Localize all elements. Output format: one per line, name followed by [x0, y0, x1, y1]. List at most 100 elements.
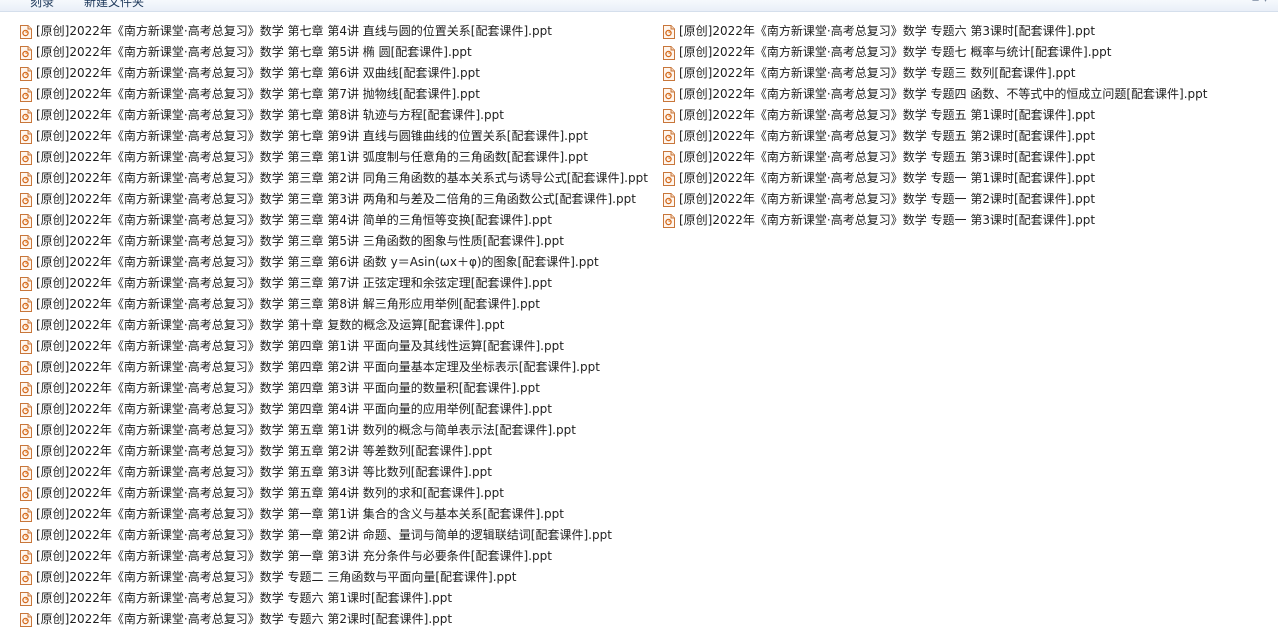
ppt-file-icon	[20, 339, 32, 354]
file-item[interactable]: [原创]2022年《南方新课堂·高考总复习》数学 专题一 第1课时[配套课件].…	[663, 168, 1207, 189]
file-name: [原创]2022年《南方新课堂·高考总复习》数学 第七章 第4讲 直线与圆的位置…	[36, 24, 552, 38]
file-item[interactable]: [原创]2022年《南方新课堂·高考总复习》数学 专题五 第1课时[配套课件].…	[663, 105, 1207, 126]
ppt-file-icon	[663, 171, 675, 186]
file-column-right: [原创]2022年《南方新课堂·高考总复习》数学 专题六 第3课时[配套课件].…	[663, 21, 1207, 231]
file-item[interactable]: [原创]2022年《南方新课堂·高考总复习》数学 专题六 第1课时[配套课件].…	[20, 588, 648, 609]
file-name: [原创]2022年《南方新课堂·高考总复习》数学 专题二 三角函数与平面向量[配…	[36, 570, 517, 584]
file-name: [原创]2022年《南方新课堂·高考总复习》数学 专题七 概率与统计[配套课件]…	[679, 45, 1112, 59]
file-item[interactable]: [原创]2022年《南方新课堂·高考总复习》数学 第三章 第5讲 三角函数的图象…	[20, 231, 648, 252]
file-name: [原创]2022年《南方新课堂·高考总复习》数学 第三章 第6讲 函数 y＝As…	[36, 255, 599, 269]
file-item[interactable]: [原创]2022年《南方新课堂·高考总复习》数学 第四章 第4讲 平面向量的应用…	[20, 399, 648, 420]
file-name: [原创]2022年《南方新课堂·高考总复习》数学 专题三 数列[配套课件].pp…	[679, 66, 1076, 80]
file-item[interactable]: [原创]2022年《南方新课堂·高考总复习》数学 第一章 第1讲 集合的含义与基…	[20, 504, 648, 525]
ppt-file-icon	[20, 570, 32, 585]
file-name: [原创]2022年《南方新课堂·高考总复习》数学 第三章 第1讲 弧度制与任意角…	[36, 150, 588, 164]
file-name: [原创]2022年《南方新课堂·高考总复习》数学 第一章 第2讲 命题、量词与简…	[36, 528, 612, 542]
file-name: [原创]2022年《南方新课堂·高考总复习》数学 第五章 第4讲 数列的求和[配…	[36, 486, 504, 500]
file-item[interactable]: [原创]2022年《南方新课堂·高考总复习》数学 专题五 第3课时[配套课件].…	[663, 147, 1207, 168]
file-item[interactable]: [原创]2022年《南方新课堂·高考总复习》数学 第七章 第9讲 直线与圆锥曲线…	[20, 126, 648, 147]
file-item[interactable]: [原创]2022年《南方新课堂·高考总复习》数学 第五章 第1讲 数列的概念与简…	[20, 420, 648, 441]
file-item[interactable]: [原创]2022年《南方新课堂·高考总复习》数学 第四章 第3讲 平面向量的数量…	[20, 378, 648, 399]
file-item[interactable]: [原创]2022年《南方新课堂·高考总复习》数学 第四章 第1讲 平面向量及其线…	[20, 336, 648, 357]
file-item[interactable]: [原创]2022年《南方新课堂·高考总复习》数学 第七章 第4讲 直线与圆的位置…	[20, 21, 648, 42]
file-name: [原创]2022年《南方新课堂·高考总复习》数学 第四章 第3讲 平面向量的数量…	[36, 381, 540, 395]
file-name: [原创]2022年《南方新课堂·高考总复习》数学 专题六 第1课时[配套课件].…	[36, 591, 453, 605]
file-name: [原创]2022年《南方新课堂·高考总复习》数学 第四章 第4讲 平面向量的应用…	[36, 402, 552, 416]
file-item[interactable]: [原创]2022年《南方新课堂·高考总复习》数学 第七章 第6讲 双曲线[配套课…	[20, 63, 648, 84]
file-item[interactable]: [原创]2022年《南方新课堂·高考总复习》数学 专题六 第2课时[配套课件].…	[20, 609, 648, 630]
file-item[interactable]: [原创]2022年《南方新课堂·高考总复习》数学 第五章 第3讲 等比数列[配套…	[20, 462, 648, 483]
file-item[interactable]: [原创]2022年《南方新课堂·高考总复习》数学 第七章 第8讲 轨迹与方程[配…	[20, 105, 648, 126]
ppt-file-icon	[20, 213, 32, 228]
file-item[interactable]: [原创]2022年《南方新课堂·高考总复习》数学 第五章 第2讲 等差数列[配套…	[20, 441, 648, 462]
file-item[interactable]: [原创]2022年《南方新课堂·高考总复习》数学 第三章 第7讲 正弦定理和余弦…	[20, 273, 648, 294]
file-item[interactable]: [原创]2022年《南方新课堂·高考总复习》数学 专题三 数列[配套课件].pp…	[663, 63, 1207, 84]
file-item[interactable]: [原创]2022年《南方新课堂·高考总复习》数学 专题二 三角函数与平面向量[配…	[20, 567, 648, 588]
file-item[interactable]: [原创]2022年《南方新课堂·高考总复习》数学 第三章 第8讲 解三角形应用举…	[20, 294, 648, 315]
file-name: [原创]2022年《南方新课堂·高考总复习》数学 第三章 第4讲 简单的三角恒等…	[36, 213, 552, 227]
file-name: [原创]2022年《南方新课堂·高考总复习》数学 第三章 第7讲 正弦定理和余弦…	[36, 276, 552, 290]
ppt-file-icon	[20, 192, 32, 207]
file-item[interactable]: [原创]2022年《南方新课堂·高考总复习》数学 第四章 第2讲 平面向量基本定…	[20, 357, 648, 378]
file-item[interactable]: [原创]2022年《南方新课堂·高考总复习》数学 专题四 函数、不等式中的恒成立…	[663, 84, 1207, 105]
toolbar: 刻录 新建文件夹 ≡ ▾	[0, 0, 1278, 12]
file-name: [原创]2022年《南方新课堂·高考总复习》数学 专题六 第3课时[配套课件].…	[679, 24, 1096, 38]
file-item[interactable]: [原创]2022年《南方新课堂·高考总复习》数学 专题一 第2课时[配套课件].…	[663, 189, 1207, 210]
file-name: [原创]2022年《南方新课堂·高考总复习》数学 第一章 第1讲 集合的含义与基…	[36, 507, 564, 521]
ppt-file-icon	[20, 87, 32, 102]
ppt-file-icon	[663, 213, 675, 228]
ppt-file-icon	[663, 66, 675, 81]
file-item[interactable]: [原创]2022年《南方新课堂·高考总复习》数学 第七章 第5讲 椭 圆[配套课…	[20, 42, 648, 63]
file-name: [原创]2022年《南方新课堂·高考总复习》数学 第三章 第8讲 解三角形应用举…	[36, 297, 540, 311]
new-folder-button[interactable]: 新建文件夹	[84, 0, 144, 10]
file-name: [原创]2022年《南方新课堂·高考总复习》数学 第十章 复数的概念及运算[配套…	[36, 318, 505, 332]
ppt-file-icon	[20, 360, 32, 375]
ppt-file-icon	[20, 507, 32, 522]
file-name: [原创]2022年《南方新课堂·高考总复习》数学 第三章 第2讲 同角三角函数的…	[36, 171, 648, 185]
file-item[interactable]: [原创]2022年《南方新课堂·高考总复习》数学 专题六 第3课时[配套课件].…	[663, 21, 1207, 42]
ppt-file-icon	[20, 108, 32, 123]
file-item[interactable]: [原创]2022年《南方新课堂·高考总复习》数学 第三章 第2讲 同角三角函数的…	[20, 168, 648, 189]
file-item[interactable]: [原创]2022年《南方新课堂·高考总复习》数学 第一章 第2讲 命题、量词与简…	[20, 525, 648, 546]
ppt-file-icon	[20, 465, 32, 480]
ppt-file-icon	[20, 318, 32, 333]
ppt-file-icon	[663, 108, 675, 123]
file-item[interactable]: [原创]2022年《南方新课堂·高考总复习》数学 第一章 第3讲 充分条件与必要…	[20, 546, 648, 567]
file-item[interactable]: [原创]2022年《南方新课堂·高考总复习》数学 第三章 第4讲 简单的三角恒等…	[20, 210, 648, 231]
ppt-file-icon	[20, 255, 32, 270]
file-name: [原创]2022年《南方新课堂·高考总复习》数学 第三章 第5讲 三角函数的图象…	[36, 234, 564, 248]
ppt-file-icon	[663, 150, 675, 165]
file-item[interactable]: [原创]2022年《南方新课堂·高考总复习》数学 第三章 第3讲 两角和与差及二…	[20, 189, 648, 210]
file-name: [原创]2022年《南方新课堂·高考总复习》数学 第五章 第1讲 数列的概念与简…	[36, 423, 576, 437]
ppt-file-icon	[663, 192, 675, 207]
file-name: [原创]2022年《南方新课堂·高考总复习》数学 专题五 第3课时[配套课件].…	[679, 150, 1096, 164]
file-item[interactable]: [原创]2022年《南方新课堂·高考总复习》数学 第十章 复数的概念及运算[配套…	[20, 315, 648, 336]
view-options-button[interactable]: ≡ ▾	[1251, 0, 1268, 5]
ppt-file-icon	[663, 24, 675, 39]
file-name: [原创]2022年《南方新课堂·高考总复习》数学 第七章 第7讲 抛物线[配套课…	[36, 87, 480, 101]
file-name: [原创]2022年《南方新课堂·高考总复习》数学 专题五 第1课时[配套课件].…	[679, 108, 1096, 122]
ppt-file-icon	[20, 276, 32, 291]
file-item[interactable]: [原创]2022年《南方新课堂·高考总复习》数学 专题五 第2课时[配套课件].…	[663, 126, 1207, 147]
ppt-file-icon	[20, 486, 32, 501]
burn-button[interactable]: 刻录	[30, 0, 54, 10]
ppt-file-icon	[20, 297, 32, 312]
file-name: [原创]2022年《南方新课堂·高考总复习》数学 专题四 函数、不等式中的恒成立…	[679, 87, 1208, 101]
ppt-file-icon	[663, 87, 675, 102]
file-name: [原创]2022年《南方新课堂·高考总复习》数学 第五章 第3讲 等比数列[配套…	[36, 465, 492, 479]
file-item[interactable]: [原创]2022年《南方新课堂·高考总复习》数学 专题七 概率与统计[配套课件]…	[663, 42, 1207, 63]
file-name: [原创]2022年《南方新课堂·高考总复习》数学 第四章 第1讲 平面向量及其线…	[36, 339, 564, 353]
ppt-file-icon	[20, 150, 32, 165]
ppt-file-icon	[20, 234, 32, 249]
file-item[interactable]: [原创]2022年《南方新课堂·高考总复习》数学 第三章 第6讲 函数 y＝As…	[20, 252, 648, 273]
ppt-file-icon	[20, 66, 32, 81]
file-item[interactable]: [原创]2022年《南方新课堂·高考总复习》数学 第七章 第7讲 抛物线[配套课…	[20, 84, 648, 105]
ppt-file-icon	[20, 528, 32, 543]
file-item[interactable]: [原创]2022年《南方新课堂·高考总复习》数学 第三章 第1讲 弧度制与任意角…	[20, 147, 648, 168]
file-name: [原创]2022年《南方新课堂·高考总复习》数学 专题一 第3课时[配套课件].…	[679, 213, 1096, 227]
file-item[interactable]: [原创]2022年《南方新课堂·高考总复习》数学 专题一 第3课时[配套课件].…	[663, 210, 1207, 231]
file-item[interactable]: [原创]2022年《南方新课堂·高考总复习》数学 第五章 第4讲 数列的求和[配…	[20, 483, 648, 504]
ppt-file-icon	[663, 129, 675, 144]
ppt-file-icon	[20, 24, 32, 39]
file-name: [原创]2022年《南方新课堂·高考总复习》数学 第七章 第8讲 轨迹与方程[配…	[36, 108, 504, 122]
